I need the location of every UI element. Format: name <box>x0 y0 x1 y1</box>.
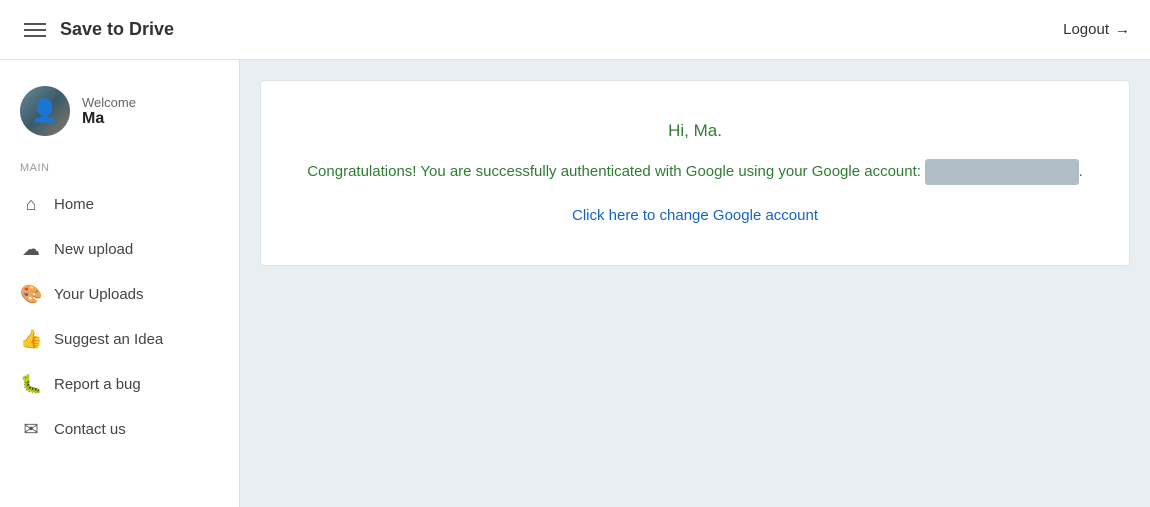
sidebar: 👤 Welcome Ma MAIN ⌂ Home ☁ New upload 🎨 … <box>0 60 240 507</box>
contact-icon: ✉ <box>20 419 42 440</box>
main-layout: 👤 Welcome Ma MAIN ⌂ Home ☁ New upload 🎨 … <box>0 60 1150 507</box>
sidebar-item-label: New upload <box>54 241 133 258</box>
sidebar-item-label: Your Uploads <box>54 286 144 303</box>
bug-icon: 🐛 <box>20 374 42 395</box>
upload-icon: ☁ <box>20 239 42 260</box>
greeting-text: Hi, Ma. <box>281 121 1109 141</box>
sidebar-section-label: MAIN <box>0 156 239 182</box>
app-header: Save to Drive Logout → <box>0 0 1150 60</box>
logout-icon: → <box>1115 21 1130 38</box>
home-icon: ⌂ <box>20 194 42 215</box>
user-info: Welcome Ma <box>82 95 136 128</box>
sidebar-item-label: Home <box>54 196 94 213</box>
congrats-text-part1: Congratulations! You are successfully au… <box>307 163 925 180</box>
email-redacted: ••••••••••••••••••.edu <box>925 159 1078 185</box>
avatar: 👤 <box>20 86 70 136</box>
main-content: Hi, Ma. Congratulations! You are success… <box>240 60 1150 507</box>
sidebar-item-contact-us[interactable]: ✉ Contact us <box>0 407 239 452</box>
sidebar-item-report-bug[interactable]: 🐛 Report a bug <box>0 362 239 407</box>
congrats-text-part2: . <box>1079 163 1083 180</box>
change-account-link[interactable]: Click here to change Google account <box>572 207 818 224</box>
uploads-icon: 🎨 <box>20 284 42 305</box>
sidebar-item-new-upload[interactable]: ☁ New upload <box>0 227 239 272</box>
user-section: 👤 Welcome Ma <box>0 70 239 156</box>
sidebar-item-label: Contact us <box>54 421 126 438</box>
sidebar-item-label: Report a bug <box>54 376 141 393</box>
app-title-prefix: Save to <box>60 19 129 39</box>
hamburger-icon[interactable] <box>20 19 50 41</box>
sidebar-item-suggest-idea[interactable]: 👍 Suggest an Idea <box>0 317 239 362</box>
welcome-label: Welcome <box>82 95 136 110</box>
app-title-bold: Drive <box>129 19 174 39</box>
header-left: Save to Drive <box>20 19 174 41</box>
idea-icon: 👍 <box>20 329 42 350</box>
avatar-image: 👤 <box>20 86 70 136</box>
sidebar-item-your-uploads[interactable]: 🎨 Your Uploads <box>0 272 239 317</box>
sidebar-item-label: Suggest an Idea <box>54 331 163 348</box>
logout-label: Logout <box>1063 21 1109 38</box>
logout-button[interactable]: Logout → <box>1063 21 1130 38</box>
sidebar-item-home[interactable]: ⌂ Home <box>0 182 239 227</box>
congrats-text: Congratulations! You are successfully au… <box>281 159 1109 185</box>
app-title: Save to Drive <box>60 19 174 40</box>
user-name: Ma <box>82 110 136 128</box>
content-card: Hi, Ma. Congratulations! You are success… <box>260 80 1130 266</box>
